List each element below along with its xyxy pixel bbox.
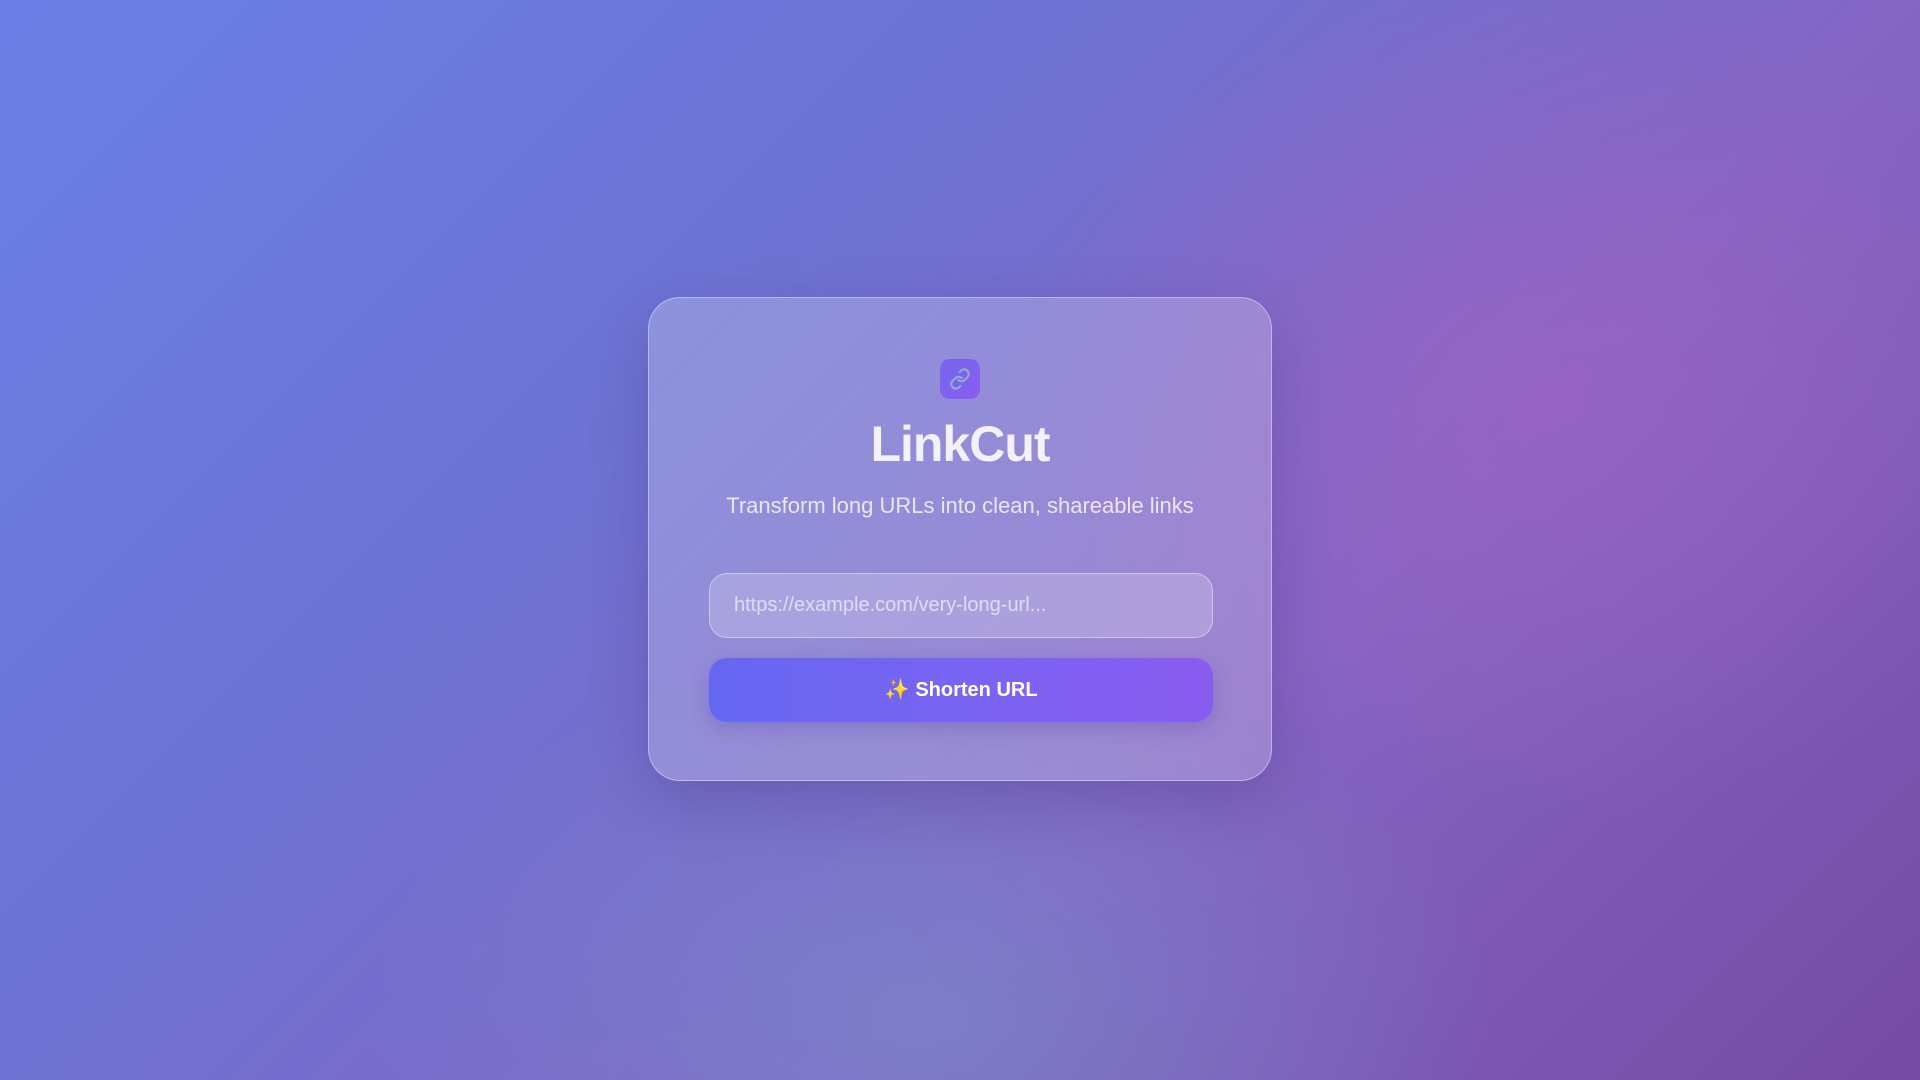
shorten-url-label: Shorten URL bbox=[915, 678, 1038, 701]
sparkles-icon: ✨ bbox=[884, 679, 910, 701]
shortener-card: LinkCut Transform long URLs into clean, … bbox=[648, 297, 1272, 781]
link-icon bbox=[940, 359, 980, 399]
url-input[interactable] bbox=[709, 573, 1213, 638]
shorten-url-button[interactable]: ✨ Shorten URL bbox=[709, 658, 1213, 722]
app-title: LinkCut bbox=[870, 416, 1050, 472]
app-subtitle: Transform long URLs into clean, shareabl… bbox=[726, 493, 1194, 518]
